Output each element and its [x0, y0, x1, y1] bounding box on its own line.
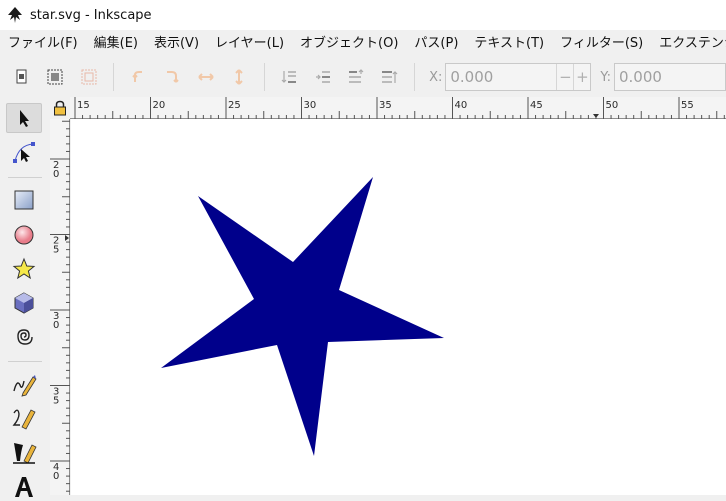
y-field[interactable]: 0.000	[613, 63, 726, 91]
x-increment-button[interactable]: +	[573, 64, 590, 90]
ruler-label: 55	[681, 100, 694, 111]
lock-icon	[54, 100, 66, 116]
node-tool-icon	[13, 142, 35, 163]
pencil-tool-icon	[13, 375, 37, 397]
flip-horizontal-button[interactable]	[194, 64, 217, 90]
star-tool-icon	[12, 257, 36, 280]
raise-to-top-button[interactable]	[378, 64, 401, 90]
ruler-label: 50	[606, 100, 619, 111]
flip-vertical-button[interactable]	[227, 64, 250, 90]
ruler-label: 40	[455, 100, 468, 111]
select-all-icon	[16, 69, 27, 84]
inkscape-icon	[8, 7, 22, 23]
pencil-tool-button[interactable]	[6, 369, 42, 399]
y-label: Y:	[600, 69, 611, 85]
node-tool-button[interactable]	[6, 137, 42, 167]
calligraphy-tool-icon	[13, 443, 37, 464]
flip-vertical-icon	[235, 69, 243, 85]
lower-icon	[315, 71, 330, 83]
deselect-icon	[81, 69, 97, 85]
rotate-ccw-button[interactable]	[127, 64, 150, 90]
y-value[interactable]: 0.000	[615, 68, 725, 86]
ruler-corner[interactable]	[50, 97, 70, 119]
toolbar-separator	[263, 63, 265, 91]
ruler-label: 35	[379, 100, 392, 111]
deselect-button[interactable]	[77, 64, 100, 90]
3d-box-tool-icon	[14, 292, 34, 314]
select-all-button[interactable]	[10, 64, 33, 90]
ruler-label: 0	[53, 471, 59, 482]
text-tool-icon	[15, 477, 33, 497]
text-tool-button[interactable]	[6, 471, 42, 501]
selector-tool-button[interactable]	[6, 103, 42, 133]
x-label: X:	[429, 69, 443, 85]
rotate-cw-icon	[167, 71, 180, 83]
rectangle-tool-button[interactable]	[6, 185, 42, 215]
toolbar-separator	[414, 63, 416, 91]
raise-to-top-icon	[382, 71, 398, 83]
menu-file[interactable]: ファイル(F)	[0, 30, 86, 57]
title-bar: star.svg - Inkscape	[0, 0, 726, 30]
menu-text[interactable]: テキスト(T)	[466, 30, 552, 57]
menu-filters[interactable]: フィルター(S)	[552, 30, 651, 57]
flip-horizontal-icon	[198, 73, 214, 81]
ruler-label: 20	[153, 100, 166, 111]
spiral-tool-icon	[17, 329, 33, 345]
menu-object[interactable]: オブジェクト(O)	[292, 30, 406, 57]
ruler-label: 45	[530, 100, 543, 111]
ruler-label: 25	[228, 100, 241, 111]
raise-icon	[349, 69, 364, 83]
menu-edit[interactable]: 編集(E)	[86, 30, 146, 57]
ellipse-tool-button[interactable]	[6, 220, 42, 250]
menu-view[interactable]: 表示(V)	[146, 30, 207, 57]
star-shape[interactable]	[161, 177, 444, 456]
lower-to-bottom-icon	[281, 71, 297, 83]
menu-extensions[interactable]: エクステンション(N)	[651, 30, 726, 57]
ruler-label: 0	[53, 169, 59, 180]
pen-tool-icon	[12, 409, 36, 430]
star-tool-button[interactable]	[6, 254, 42, 284]
lower-button[interactable]	[311, 64, 334, 90]
rotate-cw-button[interactable]	[161, 64, 184, 90]
ruler-label: 30	[304, 100, 317, 111]
ruler-label: 5	[53, 396, 59, 407]
vertical-ruler[interactable]: 2025303540	[50, 119, 70, 495]
raise-button[interactable]	[344, 64, 367, 90]
select-all-layers-icon	[47, 69, 63, 85]
selector-tool-icon	[20, 110, 29, 127]
select-all-in-all-layers-button[interactable]	[44, 64, 67, 90]
rotate-ccw-icon	[132, 71, 143, 82]
menu-bar: ファイル(F) 編集(E) 表示(V) レイヤー(L) オブジェクト(O) パス…	[0, 30, 726, 57]
window-title: star.svg - Inkscape	[30, 7, 152, 23]
rectangle-tool-icon	[14, 190, 34, 210]
tool-controls-bar: X: 0.000 − + Y: 0.000	[0, 57, 726, 97]
toolbar-separator	[113, 63, 115, 91]
toolbox-separator	[8, 361, 42, 362]
calligraphy-tool-button[interactable]	[6, 437, 42, 467]
ruler-label: 5	[53, 245, 59, 256]
ruler-label: 15	[77, 100, 90, 111]
horizontal-ruler[interactable]: 15 20 25 30 35 40 45 50 55	[70, 97, 726, 119]
ruler-position-marker	[65, 235, 69, 241]
3d-box-tool-button[interactable]	[6, 288, 42, 318]
toolbox	[0, 97, 50, 497]
toolbox-separator	[8, 177, 42, 178]
lower-to-bottom-button[interactable]	[278, 64, 301, 90]
ruler-label: 0	[53, 320, 59, 331]
drawing-canvas[interactable]	[71, 119, 726, 495]
x-decrement-button[interactable]: −	[556, 64, 573, 90]
menu-layer[interactable]: レイヤー(L)	[207, 30, 292, 57]
ruler-position-marker	[593, 114, 599, 118]
x-value[interactable]: 0.000	[446, 68, 556, 86]
ellipse-tool-icon	[14, 225, 34, 245]
spiral-tool-button[interactable]	[6, 322, 42, 352]
pen-tool-button[interactable]	[6, 403, 42, 433]
x-field[interactable]: 0.000 − +	[445, 63, 592, 91]
menu-path[interactable]: パス(P)	[406, 30, 466, 57]
